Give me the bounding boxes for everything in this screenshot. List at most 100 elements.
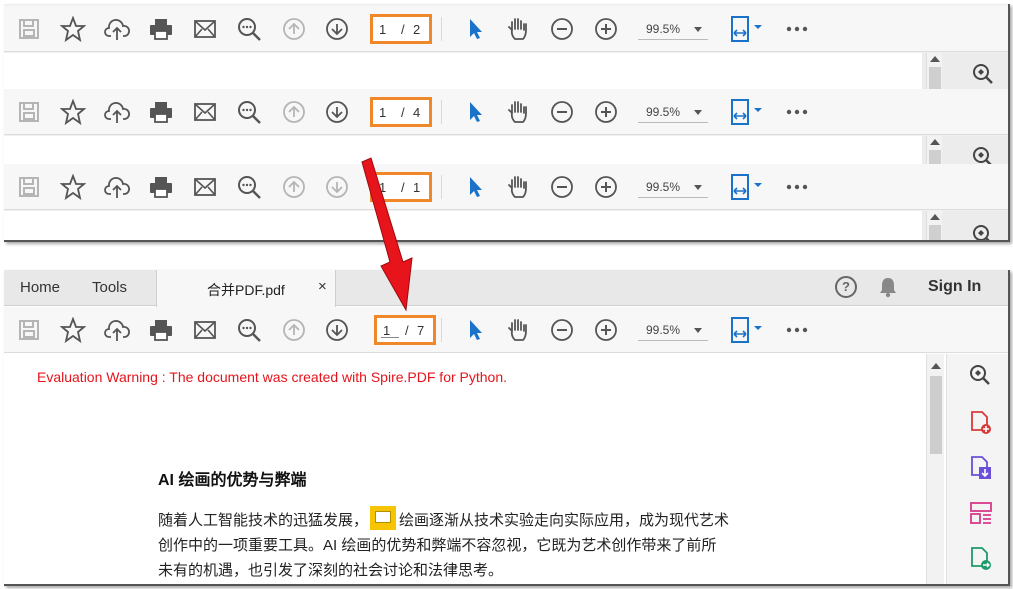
bookmark-star-icon[interactable] [60, 98, 86, 125]
page-current[interactable]: 1 [379, 105, 386, 120]
zoom-out-icon[interactable] [550, 318, 574, 342]
page-down-icon[interactable] [325, 175, 349, 199]
fit-page-icon[interactable] [730, 98, 764, 126]
marquee-zoom-icon[interactable] [972, 224, 994, 240]
fit-page-icon[interactable] [730, 15, 764, 43]
page-total: 2 [413, 21, 421, 37]
bookmark-star-icon[interactable] [60, 15, 86, 42]
zoom-out-icon[interactable] [550, 100, 574, 124]
hand-icon[interactable] [505, 99, 531, 125]
page-current[interactable]: 1 [379, 22, 386, 37]
close-icon[interactable]: × [318, 278, 327, 295]
scrollbar[interactable] [926, 53, 942, 97]
print-icon[interactable] [148, 174, 174, 200]
more-icon[interactable] [786, 26, 808, 32]
page-number-box[interactable]: 1 / 1 [370, 171, 432, 202]
zoom-in-icon[interactable] [594, 318, 618, 342]
tab-home[interactable]: Home [20, 279, 60, 296]
marquee-zoom-icon[interactable] [972, 63, 994, 90]
marquee-zoom-icon[interactable] [969, 364, 991, 391]
zoom-select[interactable]: 99.5% [638, 101, 708, 123]
zoom-select[interactable]: 99.5% [638, 18, 708, 40]
save-icon[interactable] [18, 18, 40, 40]
upload-cloud-icon[interactable] [104, 317, 130, 343]
more-icon[interactable] [786, 327, 808, 333]
tab-tools[interactable]: Tools [92, 279, 127, 296]
zoom-select[interactable]: 99.5% [638, 319, 708, 341]
search-zoom-icon[interactable] [236, 16, 262, 42]
chevron-down-icon [694, 327, 702, 333]
save-icon[interactable] [18, 101, 40, 123]
more-icon[interactable] [786, 184, 808, 190]
mail-icon[interactable] [192, 317, 218, 343]
zoom-in-icon[interactable] [594, 100, 618, 124]
zoom-out-icon[interactable] [550, 175, 574, 199]
print-icon[interactable] [148, 317, 174, 343]
mail-icon[interactable] [192, 16, 218, 42]
page-current[interactable]: 1 [379, 180, 386, 195]
fit-page-icon[interactable] [730, 316, 764, 344]
zoom-select[interactable]: 99.5% [638, 176, 708, 198]
scroll-up-icon[interactable] [930, 56, 940, 62]
select-cursor-icon[interactable] [466, 175, 486, 199]
page-down-icon[interactable] [325, 17, 349, 41]
zoom-in-icon[interactable] [594, 175, 618, 199]
page-up-icon[interactable] [282, 100, 306, 124]
hand-icon[interactable] [505, 16, 531, 42]
toolbar-main: 1 / 7 99.5% [4, 307, 1008, 353]
organize-pages-icon[interactable] [969, 501, 993, 530]
scroll-thumb[interactable] [930, 376, 942, 454]
toolbar-divider [441, 317, 442, 342]
print-icon[interactable] [148, 99, 174, 125]
create-pdf-icon[interactable] [969, 410, 993, 441]
fit-page-icon[interactable] [730, 173, 764, 201]
page-down-icon[interactable] [325, 100, 349, 124]
scrollbar[interactable] [926, 211, 942, 240]
mail-icon[interactable] [192, 99, 218, 125]
zoom-in-icon[interactable] [594, 17, 618, 41]
zoom-value: 99.5% [646, 179, 681, 194]
page-total: 4 [413, 104, 421, 120]
page-down-icon[interactable] [325, 318, 349, 342]
search-zoom-icon[interactable] [236, 174, 262, 200]
hand-icon[interactable] [505, 174, 531, 200]
scroll-up-icon[interactable] [931, 363, 941, 369]
mail-icon[interactable] [192, 174, 218, 200]
page-number-box[interactable]: 1 / 4 [370, 96, 432, 127]
page-up-icon[interactable] [282, 318, 306, 342]
evaluation-warning: Evaluation Warning : The document was cr… [37, 369, 508, 385]
bookmark-star-icon[interactable] [60, 316, 86, 343]
search-zoom-icon[interactable] [236, 99, 262, 125]
search-zoom-icon[interactable] [236, 317, 262, 343]
share-pdf-icon[interactable] [969, 546, 993, 577]
scrollbar[interactable] [926, 354, 944, 584]
scroll-up-icon[interactable] [930, 214, 940, 220]
more-icon[interactable] [786, 109, 808, 115]
select-cursor-icon[interactable] [466, 17, 486, 41]
page-number-box[interactable]: 1 / 7 [374, 314, 436, 345]
page-up-icon[interactable] [282, 17, 306, 41]
zoom-out-icon[interactable] [550, 17, 574, 41]
page-up-icon[interactable] [282, 175, 306, 199]
tab-document[interactable]: 合并PDF.pdf × [156, 270, 336, 307]
print-icon[interactable] [148, 16, 174, 42]
bell-icon[interactable] [878, 276, 898, 303]
text-annotation-icon[interactable] [370, 506, 397, 530]
select-cursor-icon[interactable] [466, 318, 486, 342]
page-current[interactable]: 1 [383, 323, 390, 338]
bookmark-star-icon[interactable] [60, 173, 86, 200]
help-icon[interactable]: ? [835, 276, 857, 298]
upload-cloud-icon[interactable] [104, 16, 130, 42]
stacked-viewer-panel: 1 / 2 99.5% 1 / 4 99.5% 1 / 1 99.5% [4, 4, 1010, 242]
scroll-up-icon[interactable] [930, 139, 940, 145]
scrollbar[interactable] [926, 136, 942, 180]
hand-icon[interactable] [505, 317, 531, 343]
select-cursor-icon[interactable] [466, 100, 486, 124]
save-icon[interactable] [18, 176, 40, 198]
page-number-box[interactable]: 1 / 2 [370, 13, 432, 44]
upload-cloud-icon[interactable] [104, 174, 130, 200]
upload-cloud-icon[interactable] [104, 99, 130, 125]
export-pdf-icon[interactable] [969, 455, 993, 486]
sign-in-button[interactable]: Sign In [928, 278, 981, 296]
save-icon[interactable] [18, 319, 40, 341]
